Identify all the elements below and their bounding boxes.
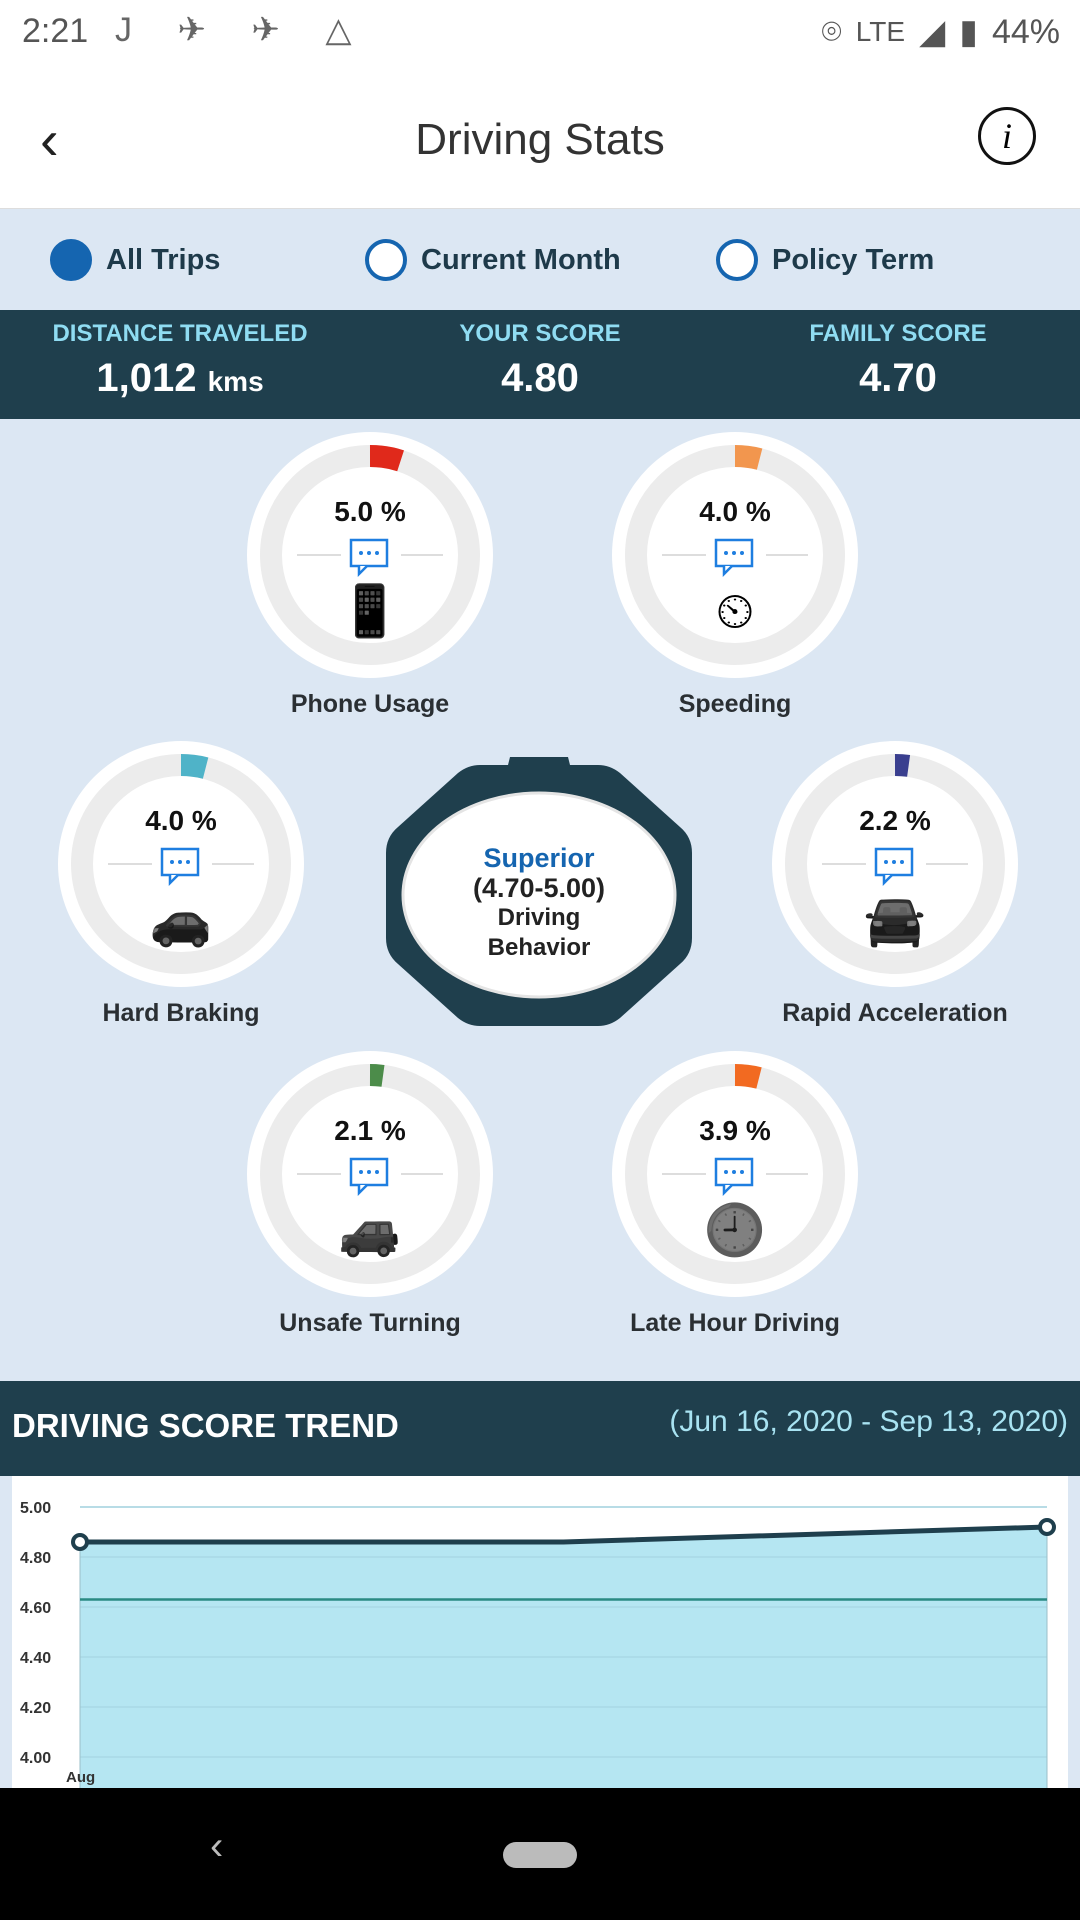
gauge-fill (369, 444, 404, 472)
gauge-percent: 2.1 % (334, 1115, 406, 1146)
gauge-ring (247, 1051, 493, 1297)
summary-bar: DISTANCE TRAVELED 1,012 kms YOUR SCORE 4.8… (0, 310, 1080, 419)
gauge-percent: 5.0 % (334, 496, 406, 527)
speedometer-warning-icon: ⏲ (715, 583, 755, 639)
score-trend-chart: 5.00 4.80 4.60 4.40 4.20 4.00 Aug (12, 1476, 1068, 1788)
gauge-phone-usage[interactable]: 5.0 % 📱 Phone Usage (245, 432, 495, 732)
y-tick-label: 4.20 (20, 1700, 51, 1717)
y-tick-label: 4.00 (20, 1750, 51, 1767)
gauge-fill (894, 754, 911, 777)
trend-title: DRIVING SCORE TREND (12, 1407, 399, 1444)
network-label: LTE (855, 16, 906, 47)
gauge-percent: 4.0 % (145, 805, 217, 836)
gauge-label: Hard Braking (102, 999, 260, 1027)
y-tick-label: 4.80 (20, 1550, 51, 1567)
gauge-label: Unsafe Turning (279, 1309, 461, 1337)
chart-svg: 5.00 4.80 4.60 4.40 4.20 4.00 Aug (20, 1500, 1056, 1788)
car-accelerating-icon: 🚘 (863, 892, 927, 948)
gauge-ring (772, 741, 1018, 987)
gauge-late-hour-driving[interactable]: 3.9 % 🕘 Late Hour Driving (610, 1051, 860, 1351)
info-button[interactable]: i (978, 107, 1036, 165)
location-icon: ⌾ (821, 12, 842, 51)
data-point[interactable] (71, 1533, 89, 1551)
gauge-ring (612, 432, 858, 678)
nav-back-button[interactable]: ‹ (210, 1824, 223, 1869)
battery-level: 44% (991, 12, 1060, 51)
y-tick-label: 4.40 (20, 1650, 51, 1667)
gauge-fill (369, 1064, 385, 1087)
gauge-hard-braking[interactable]: 4.0 % 🚗 Hard Braking (56, 741, 306, 1041)
trip-filter: All Trips Current Month Policy Term (0, 211, 1080, 310)
page-title: Driving Stats (415, 115, 665, 164)
driving-behavior-badge: Superior (4.70-5.00) Driving Behavior (380, 757, 698, 1034)
gauge-ring (247, 432, 493, 678)
car-braking-icon: 🚗 (149, 892, 213, 948)
filter-policy-term[interactable]: Policy Term (716, 239, 934, 281)
gauge-label: Phone Usage (290, 690, 450, 718)
system-nav-bar: ‹ (0, 1788, 1080, 1920)
y-tick-label: 5.00 (20, 1500, 51, 1517)
gauge-ring (612, 1051, 858, 1297)
gauge-speeding[interactable]: 4.0 % ⏲ Speeding (610, 432, 860, 732)
radio-icon (716, 239, 758, 281)
trend-header: DRIVING SCORE TREND (Jun 16, 2020 - Sep … (0, 1381, 1080, 1476)
gauge-ring (58, 741, 304, 987)
family-score-stat: FAMILY SCORE 4.70 (809, 320, 987, 400)
gauge-label: Speeding (678, 690, 792, 718)
radio-icon (50, 239, 92, 281)
gauge-percent: 3.9 % (699, 1115, 771, 1146)
trend-date-range: (Jun 16, 2020 - Sep 13, 2020) (669, 1405, 1068, 1438)
x-tick-label: Aug (66, 1769, 95, 1786)
status-time: 2:21 (22, 12, 89, 50)
gauge-percent: 2.2 % (859, 805, 931, 836)
car-turning-icon: 🚙 (338, 1202, 402, 1258)
notification-icons: J ✈ ✈ △ (115, 11, 370, 49)
data-point[interactable] (1038, 1518, 1056, 1536)
signal-icon: ◢ (919, 13, 946, 51)
gauge-fill (734, 1064, 762, 1089)
phone-touch-icon: 📱 (338, 583, 402, 639)
gauge-rapid-acceleration[interactable]: 2.2 % 🚘 Rapid Acceleration (770, 741, 1020, 1041)
gauge-unsafe-turning[interactable]: 2.1 % 🚙 Unsafe Turning (245, 1051, 495, 1351)
gauge-fill (180, 753, 209, 779)
gauge-fill (734, 444, 763, 470)
gauge-label: Late Hour Driving (630, 1309, 840, 1337)
radio-icon (365, 239, 407, 281)
distance-stat: DISTANCE TRAVELED 1,012 kms (52, 320, 308, 400)
gauge-percent: 4.0 % (699, 496, 771, 527)
nav-home-button[interactable] (503, 1842, 577, 1868)
gauge-label: Rapid Acceleration (782, 999, 1008, 1027)
app-header: ‹ Driving Stats i (0, 67, 1080, 209)
your-score-stat: YOUR SCORE 4.80 (459, 320, 621, 400)
filter-all-trips[interactable]: All Trips (50, 239, 220, 281)
clock-icon: 🕘 (703, 1202, 767, 1258)
y-tick-label: 4.60 (20, 1600, 51, 1617)
status-bar: 2:21 J ✈ ✈ △ ⌾ LTE ◢ ▮ 44% (0, 0, 1080, 67)
filter-current-month[interactable]: Current Month (365, 239, 621, 281)
battery-icon: ▮ (959, 13, 978, 51)
